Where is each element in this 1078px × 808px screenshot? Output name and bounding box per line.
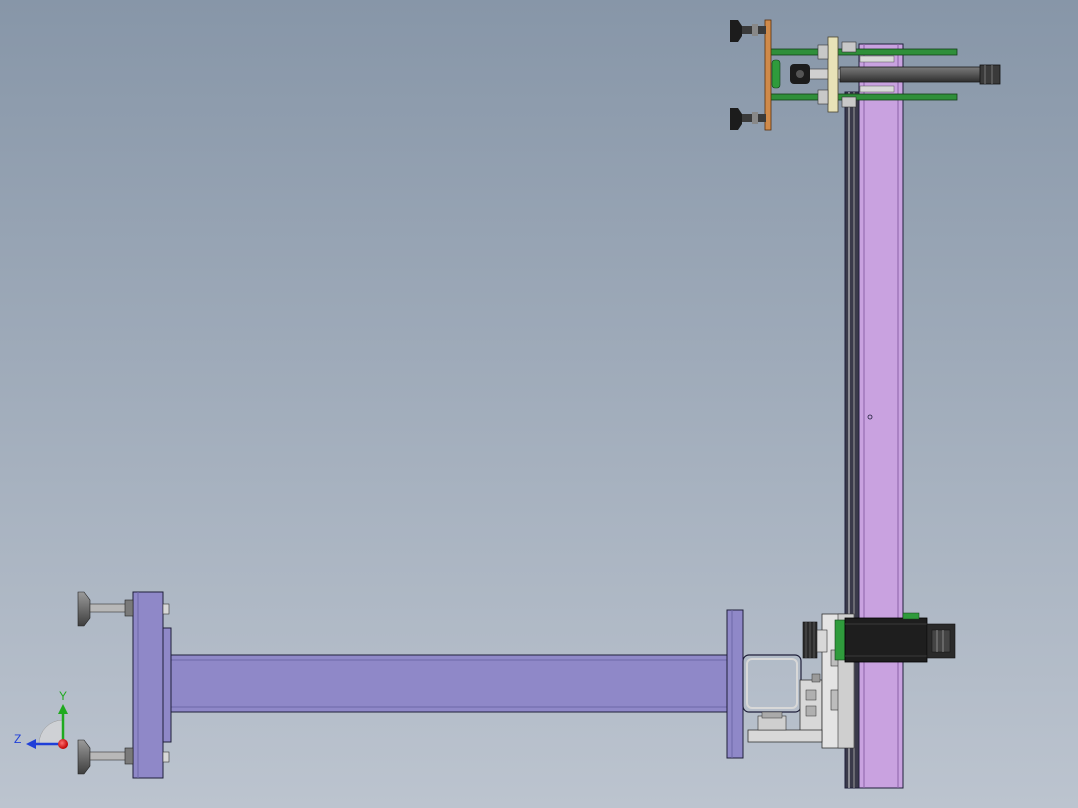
- horizontal-beam[interactable]: [167, 654, 731, 713]
- cylinder-mount-plate: [827, 36, 839, 113]
- air-cylinder: [839, 66, 983, 83]
- guide-rod-upper: [769, 48, 958, 56]
- suction-cup-plate: [764, 19, 772, 131]
- motor-body: [844, 617, 928, 663]
- cad-viewport[interactable]: Y Z: [0, 0, 1078, 808]
- triad-y-label: Y: [59, 689, 67, 703]
- guide-rod-lower: [769, 93, 958, 101]
- assembly-drawing: Y Z: [0, 0, 1078, 808]
- triad-z-label: Z: [14, 732, 21, 746]
- right-flange: [726, 609, 744, 759]
